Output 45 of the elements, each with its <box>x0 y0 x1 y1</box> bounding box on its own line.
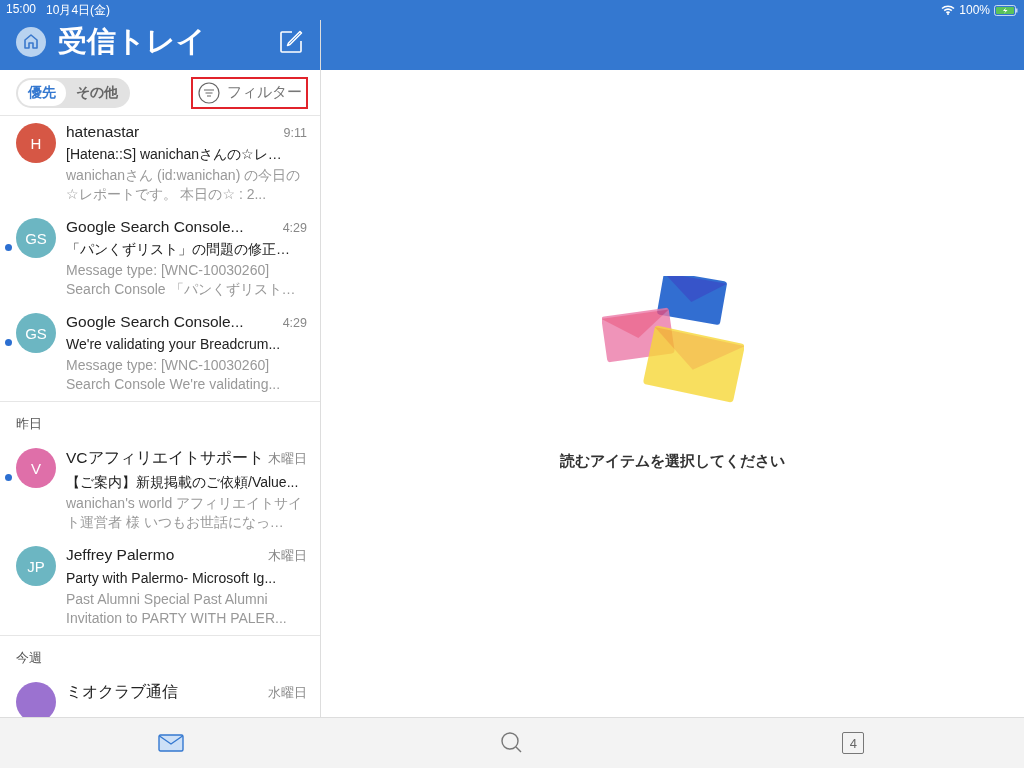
empty-state-message: 読むアイテムを選択してください <box>560 452 785 471</box>
sender-name: hatenastar <box>66 123 140 141</box>
message-time: 9:11 <box>283 126 307 140</box>
message-preview: Past Alumni Special Past Alumni Invitation to PARTY WITH PALER... <box>66 590 288 628</box>
search-tab[interactable] <box>500 731 524 755</box>
segment-tab[interactable]: その他 <box>66 79 128 106</box>
message-subject: We're validating your Breadcrum... <box>66 335 282 354</box>
sender-name: ミオクラブ通信 <box>66 682 178 702</box>
home-icon[interactable] <box>16 27 46 57</box>
filter-icon <box>198 81 220 104</box>
calendar-tab[interactable]: 4 <box>842 732 865 754</box>
message-subject: 「パンくずリスト」の問題の修正… <box>66 240 291 259</box>
message-time: 木曜日 <box>268 548 307 565</box>
segment-tab[interactable]: 優先 <box>18 79 66 106</box>
avatar-circle: JP <box>16 546 56 586</box>
message-preview: wanichan's world アフィリエイトサイト運営者 様 いつもお世話になっ… <box>66 494 304 532</box>
status-date: 10月4日(金) <box>46 1 111 19</box>
mail-tab[interactable] <box>157 734 184 752</box>
message-subject: 【ご案内】新規掲載のご依頼/Value... <box>66 473 300 492</box>
section-heading: 今週 <box>15 649 43 667</box>
battery-percent: 100% <box>959 3 990 17</box>
message-subject: [Hatena::S] wanichanさんの☆レ… <box>66 145 283 164</box>
message-preview: Message type: [WNC-10030260] Search Console We're validating... <box>66 356 282 394</box>
message-time: 水曜日 <box>268 685 307 702</box>
avatar-circle: H <box>16 123 56 163</box>
avatar-circle: GS <box>16 313 56 353</box>
message-time: 木曜日 <box>268 451 307 468</box>
sender-name: Google Search Console... <box>66 313 244 331</box>
sender-name: VCアフィリエイトサポート <box>66 448 264 468</box>
avatar-circle: V <box>16 448 56 488</box>
inbox-title: 受信トレイ <box>58 24 207 59</box>
message-time: 4:29 <box>282 221 307 235</box>
section-heading: 昨日 <box>15 415 43 433</box>
status-time: 15:00 <box>6 1 37 18</box>
message-preview: Message type: [WNC-10030260] Search Console 「パンくずリスト… <box>66 261 297 299</box>
sender-name: Google Search Console... <box>66 218 244 236</box>
message-preview: wanichanさん (id:wanichan) の今日の☆レポートです。 本日の☆ : 2... <box>66 166 302 204</box>
compose-icon[interactable] <box>279 30 303 54</box>
battery-icon <box>994 4 1018 16</box>
message-time: 4:29 <box>282 316 307 330</box>
filter-button[interactable]: フィルター <box>191 76 308 109</box>
avatar-circle: GS <box>16 218 56 258</box>
message-subject: Party with Palermo- Microsoft Ig... <box>66 569 278 588</box>
sender-name: Jeffrey Palermo <box>66 546 175 564</box>
wifi-icon <box>941 5 956 15</box>
